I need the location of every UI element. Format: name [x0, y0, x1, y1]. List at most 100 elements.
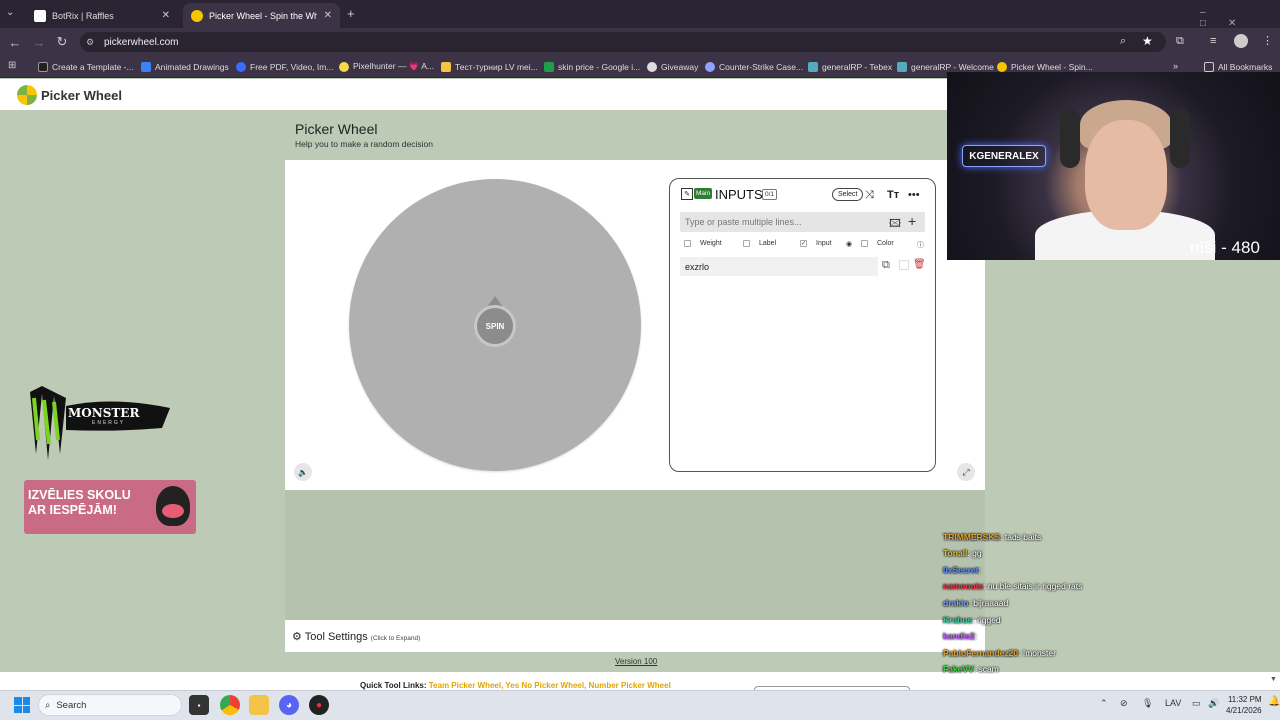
bookmark-icon — [647, 61, 657, 72]
bookmark-item[interactable]: Pixelhunter — 💗 A... — [339, 58, 434, 75]
chat-message: TRIMMERSKS: tads baits — [943, 532, 1042, 542]
bookmark-item[interactable]: Animated Drawings — [141, 58, 229, 75]
checkbox[interactable] — [684, 240, 691, 247]
more-icon[interactable]: ••• — [908, 189, 920, 201]
chat-message: Tonall: gg — [943, 548, 982, 558]
pickerwheel-favicon — [191, 9, 203, 22]
file-explorer-icon[interactable] — [249, 695, 269, 715]
quick-links[interactable]: Team Picker Wheel, Yes No Picker Wheel, … — [429, 682, 671, 690]
obs-icon[interactable]: ● — [309, 695, 329, 715]
option-color[interactable]: Color — [861, 240, 894, 247]
inputs-count: 0/1 — [762, 189, 778, 200]
botrix-favicon — [34, 9, 46, 22]
visibility-icon[interactable]: ◉ — [846, 240, 852, 248]
select-button[interactable]: Select — [832, 188, 864, 201]
close-tab-icon[interactable]: ✕ — [162, 10, 170, 21]
bookmark-icon — [236, 61, 246, 72]
notification-icon[interactable]: 🔔 — [1268, 696, 1280, 707]
network-icon[interactable]: ⊘ — [1120, 698, 1128, 709]
discord-icon[interactable]: ◕ — [279, 695, 299, 715]
chrome-icon[interactable] — [220, 695, 240, 715]
bookmark-icon — [38, 61, 48, 72]
url-text: pickerwheel.com — [104, 36, 179, 48]
neon-sign: KGENERALEX — [962, 145, 1046, 167]
windows-start-icon[interactable] — [14, 697, 30, 713]
sound-icon[interactable]: 🔈 — [294, 463, 312, 481]
bookmark-item[interactable]: Create a Template -... — [38, 58, 134, 75]
quick-tool-links: Quick Tool Links: Team Picker Wheel, Yes… — [360, 682, 671, 690]
apps-icon[interactable]: ⊞ — [8, 60, 16, 71]
bookmark-item[interactable]: generalRP - Tebex — [808, 58, 892, 75]
display-icon[interactable]: ▭ — [1192, 698, 1201, 709]
page-title: Picker Wheel — [295, 121, 378, 137]
chat-message: nameouts: nu ble sitais ir rigged rats — [943, 581, 1083, 591]
shuffle-icon[interactable]: ⤨ — [865, 189, 874, 202]
language-indicator[interactable]: LAV — [1165, 698, 1181, 708]
bookmark-icon — [544, 61, 554, 72]
zoom-icon[interactable]: ⌕ — [1120, 35, 1126, 48]
bookmark-item[interactable]: Giveaway — [647, 58, 698, 75]
image-icon[interactable]: 🖾 — [889, 215, 901, 234]
new-tab-button[interactable]: + — [347, 6, 355, 21]
version-link[interactable]: Version 100 — [615, 657, 657, 666]
task-view-icon[interactable]: ▪ — [189, 695, 209, 715]
tool-settings-label[interactable]: ⚙ Tool Settings (Click to Expand) — [292, 630, 420, 643]
reload-icon[interactable]: ↻ — [53, 33, 71, 51]
chat-message: drakio: bijraaaad — [943, 598, 1009, 608]
monster-energy-ad[interactable]: MONSTER ENERGY — [22, 384, 172, 464]
close-tab-icon[interactable]: ✕ — [324, 10, 332, 21]
duplicate-icon[interactable]: ⧉ — [882, 259, 890, 272]
option-label[interactable]: Label — [743, 240, 776, 247]
bookmarks-overflow-icon[interactable]: » — [1173, 61, 1178, 71]
system-clock[interactable]: 11:32 PM 4/21/2026 — [1226, 694, 1262, 716]
spin-button[interactable]: SPIN — [474, 305, 516, 347]
info-icon[interactable]: ⓘ — [917, 240, 924, 250]
fullscreen-icon[interactable]: ⤢ — [957, 463, 975, 481]
bookmark-icon — [705, 61, 715, 72]
volume-icon[interactable]: 🔊 — [1208, 698, 1219, 709]
media-icon[interactable]: ≡ — [1210, 35, 1216, 47]
checkbox[interactable] — [861, 240, 868, 247]
add-button[interactable]: + — [908, 213, 916, 229]
bookmark-item[interactable]: skin price - Google i... — [544, 58, 640, 75]
gear-icon: ⚙ — [292, 631, 302, 643]
chat-message: PabloFernandez20: !monster — [943, 648, 1056, 658]
option-input[interactable]: ✓ Input — [800, 240, 832, 247]
profile-avatar[interactable] — [1234, 34, 1248, 48]
ad-strip — [285, 490, 985, 620]
option-weight[interactable]: Weight — [684, 240, 722, 247]
site-logo[interactable]: Picker Wheel — [17, 85, 122, 105]
bookmark-star-icon[interactable]: ★ — [1142, 34, 1153, 48]
tab-title: BotRix | Raffles — [52, 10, 114, 21]
text-size-icon[interactable]: Tт — [887, 189, 899, 201]
bookmark-icon — [808, 61, 818, 72]
checkbox[interactable] — [743, 240, 750, 247]
site-info-icon[interactable]: ⚙ — [86, 37, 94, 48]
extensions-icon[interactable]: ⧉ — [1176, 35, 1184, 48]
delete-icon[interactable]: 🗑 — [913, 259, 926, 270]
bookmark-item[interactable]: Тест-турнир LV mei... — [441, 58, 538, 75]
school-ad-banner[interactable]: IZVĒLIES SKOLU AR IESPĒJĀM! — [24, 480, 196, 534]
entry-checkbox[interactable] — [899, 260, 909, 270]
microphone-icon[interactable]: 🎙 — [1142, 698, 1153, 709]
bookmark-icon — [441, 61, 451, 72]
entry-item[interactable]: exzrlo — [680, 257, 878, 276]
tab-picker-wheel[interactable]: Picker Wheel - Spin the Wheel t ✕ — [183, 3, 340, 28]
bookmark-item[interactable]: Free PDF, Video, Im... — [236, 58, 333, 75]
chat-message: 0xSecret: — [943, 565, 981, 575]
window-controls[interactable]: –□✕ — [1200, 7, 1280, 29]
address-bar[interactable]: pickerwheel.com — [80, 32, 1166, 52]
title-area — [285, 110, 985, 160]
edit-icon[interactable]: ✎ — [681, 188, 693, 200]
bookmark-item[interactable]: Counter-Strike Case... — [705, 58, 803, 75]
tab-list-icon[interactable]: ⌄ — [6, 7, 14, 18]
scroll-down-icon[interactable]: ▼ — [1270, 676, 1277, 683]
tray-overflow-icon[interactable]: ⌃ — [1100, 698, 1108, 709]
headphone-left — [1060, 108, 1080, 168]
tab-botrix[interactable]: BotRix | Raffles ✕ — [26, 3, 178, 28]
checkbox-checked[interactable]: ✓ — [800, 240, 807, 247]
back-icon[interactable]: ← — [6, 33, 24, 51]
taskbar-search[interactable]: ⌕ Search — [38, 694, 182, 716]
forward-icon[interactable]: → — [30, 33, 48, 51]
menu-icon[interactable]: ⋮ — [1262, 34, 1273, 47]
